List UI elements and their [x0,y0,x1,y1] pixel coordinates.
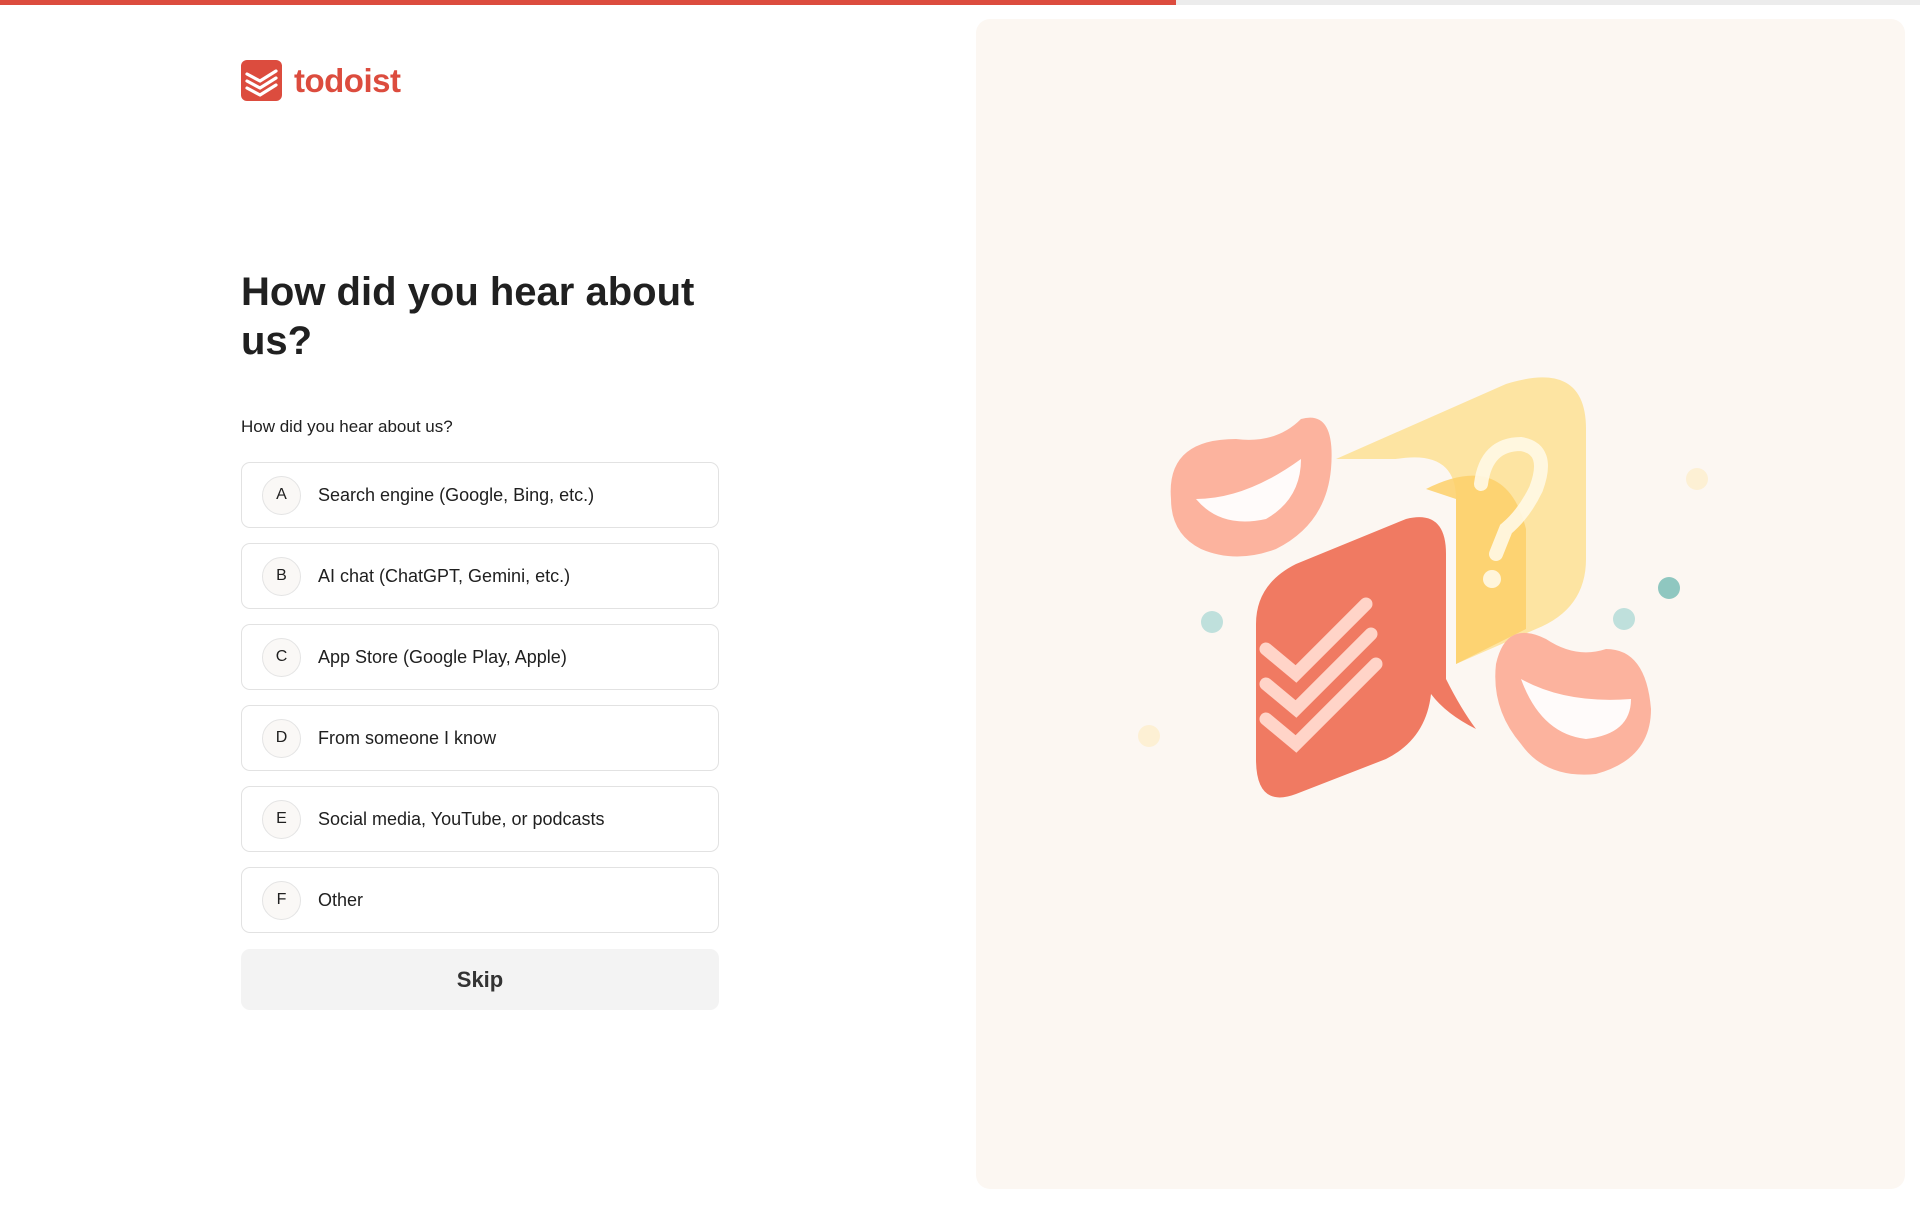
todoist-wordmark: todoist [294,62,401,99]
option-key-badge: A [262,475,301,515]
option-key-badge: C [262,637,301,677]
todoist-logo-icon [241,60,282,101]
option-label: Search engine (Google, Bing, etc.) [318,484,595,505]
option-key-badge: F [262,880,301,920]
option-label: From someone I know [318,727,497,748]
option-label: Other [318,889,364,910]
todoist-bubble-icon [1256,517,1476,798]
question-label: How did you hear about us? [241,417,453,436]
option-label: App Store (Google Play, Apple) [318,646,567,667]
illustration-panel [976,19,1905,1189]
conversation-question-illustration [1138,377,1708,798]
option-other[interactable]: F Other [241,867,719,933]
decorative-dot [1613,608,1635,630]
decorative-dot [1201,611,1223,633]
option-search-engine[interactable]: A Search engine (Google, Bing, etc.) [241,462,719,528]
option-someone-i-know[interactable]: D From someone I know [241,705,719,771]
smile-bubble-icon [1495,632,1651,775]
option-label: Social media, YouTube, or podcasts [318,808,605,829]
option-social-media[interactable]: E Social media, YouTube, or podcasts [241,786,719,852]
option-ai-chat[interactable]: B AI chat (ChatGPT, Gemini, etc.) [241,543,719,609]
decorative-dot [1658,577,1680,599]
onboarding-progress-bar [0,0,1920,5]
skip-button[interactable]: Skip [241,949,719,1010]
page-title: How did you hear about us? [241,270,695,363]
decorative-dot [1138,725,1160,747]
decorative-dot [1686,468,1708,490]
onboarding-progress-fill [0,0,1176,5]
smile-bubble-icon [1170,417,1332,557]
option-key-badge: E [262,799,301,839]
option-app-store[interactable]: C App Store (Google Play, Apple) [241,624,719,690]
todoist-logo: todoist [241,60,401,101]
option-key-badge: B [262,556,301,596]
option-label: AI chat (ChatGPT, Gemini, etc.) [318,565,571,586]
option-key-badge: D [262,718,301,758]
answer-options-list: A Search engine (Google, Bing, etc.) B A… [241,462,719,948]
